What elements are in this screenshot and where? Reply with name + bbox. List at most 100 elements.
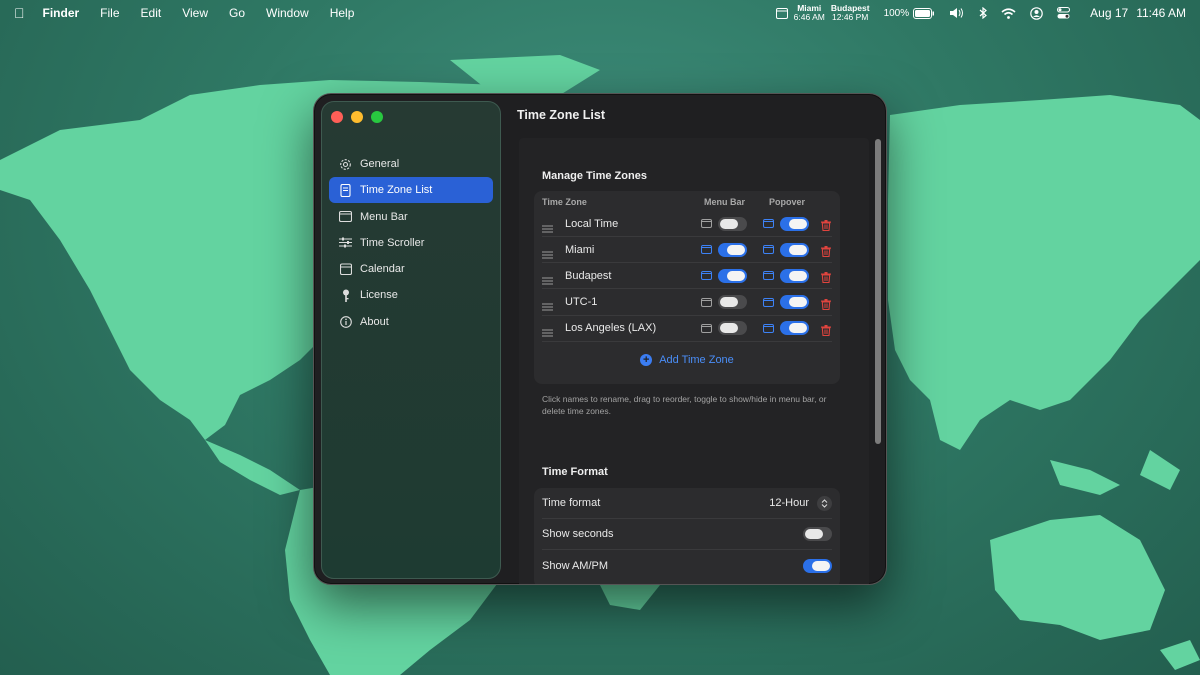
minimize-button[interactable] [351,111,363,123]
drag-handle-icon[interactable] [542,324,553,337]
menubar-window-icon [701,323,712,333]
time-zone-row[interactable]: Miami [542,237,832,264]
sidebar-item-label: About [360,315,389,328]
popover-toggle[interactable] [780,268,809,283]
clock-time: 12:46 PM [832,12,869,22]
trash-icon[interactable] [821,323,831,336]
zoom-button[interactable] [371,111,383,123]
help-text: Click names to rename, drag to reorder, … [542,394,827,416]
sidebar-item-about[interactable]: About [329,309,493,335]
drag-handle-icon[interactable] [542,220,553,232]
menu-go[interactable]: Go [229,6,245,20]
time-format-value: 12-Hour [769,497,809,509]
time-zone-name[interactable]: Los Angeles (LAX) [565,322,701,334]
sidebar-item-menu-bar[interactable]: Menu Bar [329,204,493,230]
scrollbar[interactable] [875,139,881,444]
calendar-status-icon [775,4,788,22]
menu-help[interactable]: Help [330,6,355,20]
popover-toggle[interactable] [780,295,809,310]
info-icon [339,315,352,328]
sidebar-item-time-scroller[interactable]: Time Scroller [329,230,493,256]
popover-toggle[interactable] [780,242,809,257]
menu-view[interactable]: View [182,6,208,20]
clock-budapest: Budapest 12:46 PM [831,4,870,22]
world-clock-status-item[interactable]: Miami 6:46 AM Budapest 12:46 PM [775,4,870,22]
menubar-toggle[interactable] [718,295,747,310]
add-time-zone-button[interactable]: + Add Time Zone [534,354,840,366]
wifi-icon[interactable] [1001,7,1016,19]
calendar-icon [339,263,352,276]
time-format-label: Time format [542,497,601,509]
trash-icon[interactable] [821,218,831,232]
list-icon [339,183,352,197]
volume-icon[interactable] [949,7,965,19]
menu-window[interactable]: Window [266,6,309,20]
sidebar-item-label: Time Zone List [360,184,433,197]
time-zone-name[interactable]: Local Time [565,218,701,230]
column-header-menu-bar: Menu Bar [704,197,746,207]
sidebar: General Time Zone List Menu Bar Time Scr… [321,101,501,579]
menubar-icon [339,210,352,223]
trash-icon[interactable] [821,244,831,258]
popover-toggle[interactable] [780,321,809,336]
menubar-toggle[interactable] [718,268,747,283]
menubar-window-icon [701,297,712,307]
menubar-time[interactable]: 11:46 AM [1136,6,1186,20]
sidebar-item-time-zone-list[interactable]: Time Zone List [329,177,493,204]
sidebar-item-license[interactable]: License [329,282,493,308]
settings-window: General Time Zone List Menu Bar Time Scr… [313,93,887,585]
time-zone-row[interactable]: Budapest [542,263,832,290]
menu-file[interactable]: File [100,6,119,20]
sliders-icon [339,236,352,249]
apple-menu-icon[interactable]:  [14,5,25,21]
time-format-select[interactable]: 12-Hour [769,495,832,511]
time-zone-name[interactable]: UTC-1 [565,296,701,308]
show-ampm-toggle[interactable] [803,558,832,573]
sidebar-item-general[interactable]: General [329,151,493,177]
time-zone-row[interactable]: UTC-1 [542,290,832,316]
menubar-toggle[interactable] [718,242,747,257]
control-center-icon[interactable] [1057,7,1071,19]
show-ampm-label: Show AM/PM [542,559,609,572]
battery-percent: 100% [883,7,910,19]
drag-handle-icon[interactable] [542,298,553,311]
sidebar-nav: General Time Zone List Menu Bar Time Scr… [329,151,493,335]
show-ampm-row: Show AM/PM [542,550,832,581]
content-pane: Time Zone List Manage Time Zones Time Zo… [507,94,886,584]
section-title-time-format: Time Format [542,466,608,478]
window-controls [331,111,383,123]
sidebar-item-calendar[interactable]: Calendar [329,256,493,282]
user-account-icon[interactable] [1030,6,1043,20]
menubar-window-icon [701,245,712,255]
app-menu-finder[interactable]: Finder [43,6,80,20]
clock-time: 6:46 AM [793,12,825,22]
popover-window-icon [763,297,774,307]
popover-window-icon [763,219,774,228]
popover-toggle[interactable] [780,216,809,231]
menu-edit[interactable]: Edit [141,6,162,20]
time-format-group: Time format 12-Hour Show seconds Show AM… [534,488,840,584]
plus-circle-icon: + [640,354,653,366]
time-zone-name[interactable]: Budapest [565,270,701,282]
bluetooth-icon[interactable] [979,7,988,19]
battery-icon [913,7,935,19]
close-button[interactable] [331,111,343,123]
sidebar-item-label: License [360,289,398,302]
popover-window-icon [763,323,774,333]
trash-icon[interactable] [821,270,831,284]
sidebar-item-label: Time Scroller [360,236,425,249]
time-zone-name[interactable]: Miami [565,244,701,256]
time-zone-row[interactable]: Los Angeles (LAX) [542,316,832,342]
trash-icon[interactable] [821,297,831,310]
menubar-toggle[interactable] [718,321,747,336]
show-seconds-row: Show seconds [542,519,832,550]
drag-handle-icon[interactable] [542,246,553,259]
drag-handle-icon[interactable] [542,272,553,285]
sidebar-item-label: Menu Bar [360,210,408,223]
sidebar-item-label: Calendar [360,263,405,276]
show-seconds-toggle[interactable] [803,527,832,541]
battery-status[interactable]: 100% [883,7,936,19]
menubar-date[interactable]: Aug 17 [1090,6,1128,20]
time-zone-row[interactable]: Local Time [542,211,832,237]
menubar-toggle[interactable] [718,216,747,231]
